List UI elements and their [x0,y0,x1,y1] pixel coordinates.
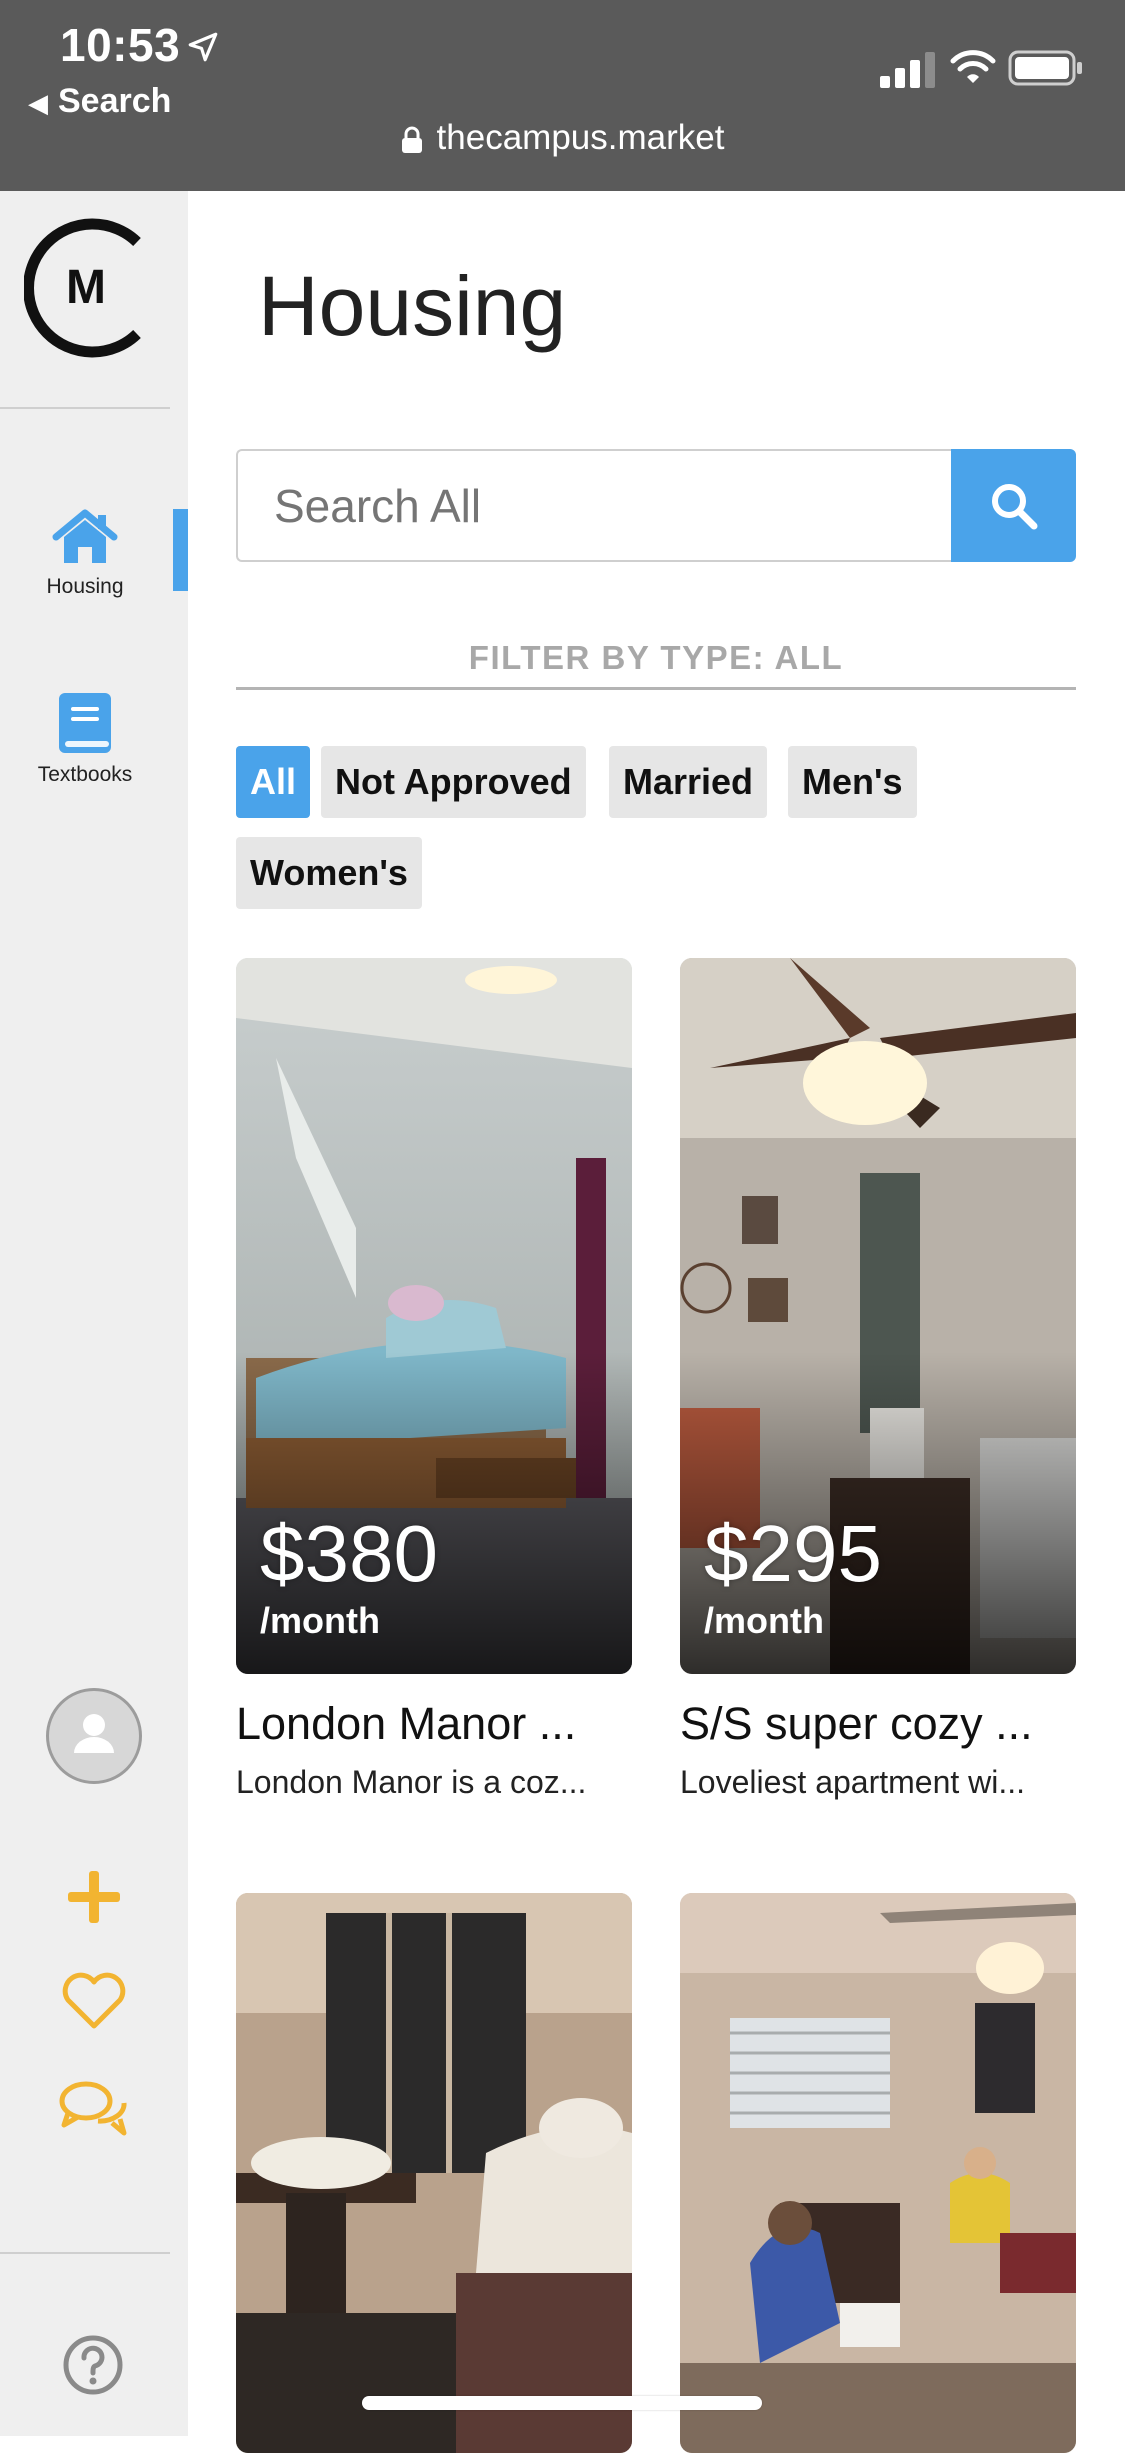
sidebar-item-housing[interactable]: Housing [0,507,170,599]
listing-price: $295 [704,1509,882,1598]
chat-icon[interactable] [58,2079,130,2139]
plus-icon[interactable] [66,1869,122,1925]
battery-icon [1008,50,1082,86]
status-time: 10:53 [60,19,181,71]
listing-period: /month [260,1600,380,1641]
search-input[interactable] [236,449,952,562]
logo-letter: M [66,261,106,314]
back-label: Search [58,82,172,120]
logo-mark: M [23,218,141,358]
help-icon[interactable] [62,2334,124,2396]
sidebar-item-textbooks[interactable]: Textbooks [0,691,170,787]
filter-divider [236,687,1076,690]
listing-card[interactable] [680,1893,1076,2453]
house-icon [52,509,118,563]
sidebar-item-label: Textbooks [37,763,133,786]
lock-icon [401,126,422,153]
page-title: Housing [258,259,567,353]
listing-card[interactable]: $380 /month London Manor ... London Mano… [236,958,632,1800]
back-to-search-button[interactable]: ◀ Search [28,82,171,121]
home-indicator [362,2396,762,2410]
filter-chip-womens[interactable]: Women's [236,837,422,909]
filter-heading: FILTER BY TYPE: ALL [468,639,844,676]
active-nav-indicator [173,509,188,591]
filter-chip-married[interactable]: Married [609,746,768,818]
back-triangle-icon: ◀ [28,88,48,118]
listing-card[interactable] [236,1893,632,2453]
filter-chip-mens[interactable]: Men's [788,746,917,818]
listing-description: London Manor is a coz... [236,1764,587,1800]
filter-chip-not-approved[interactable]: Not Approved [321,746,586,818]
sidebar: M Housing Textbooks [0,191,188,2436]
search-button[interactable] [951,449,1076,562]
listing-title[interactable]: S/S super cozy ... [680,1698,1076,1750]
room-photo-study [236,1893,632,2453]
heart-icon[interactable] [60,1972,128,2032]
listing-title[interactable]: London Manor ... [236,1698,632,1750]
sidebar-divider [0,2252,170,2254]
listing-card[interactable]: $295 /month S/S super cozy ... Loveliest… [680,958,1076,1800]
listing-description: Loveliest apartment wi... [680,1764,1026,1800]
listing-photo[interactable] [236,1893,632,2453]
room-photo-living [680,1893,1076,2453]
book-icon [59,693,111,753]
location-arrow-icon [188,32,218,62]
wifi-icon [950,50,996,83]
listing-photo[interactable] [680,1893,1076,2453]
listing-period: /month [704,1600,824,1641]
signal-icon [880,52,935,88]
url-text: thecampus.market [436,118,725,157]
avatar[interactable] [46,1688,142,1784]
search-icon [992,484,1038,530]
sidebar-divider [0,407,170,409]
filter-chip-all[interactable]: All [236,746,311,818]
campus-market-logo[interactable]: M [23,215,148,361]
user-icon [74,1714,114,1753]
address-bar[interactable]: thecampus.market [0,118,1125,158]
listing-price: $380 [260,1509,438,1598]
sidebar-item-label: Housing [46,575,124,598]
browser-status-bar: 10:53 ◀ Search thecampus.market [0,0,1125,191]
